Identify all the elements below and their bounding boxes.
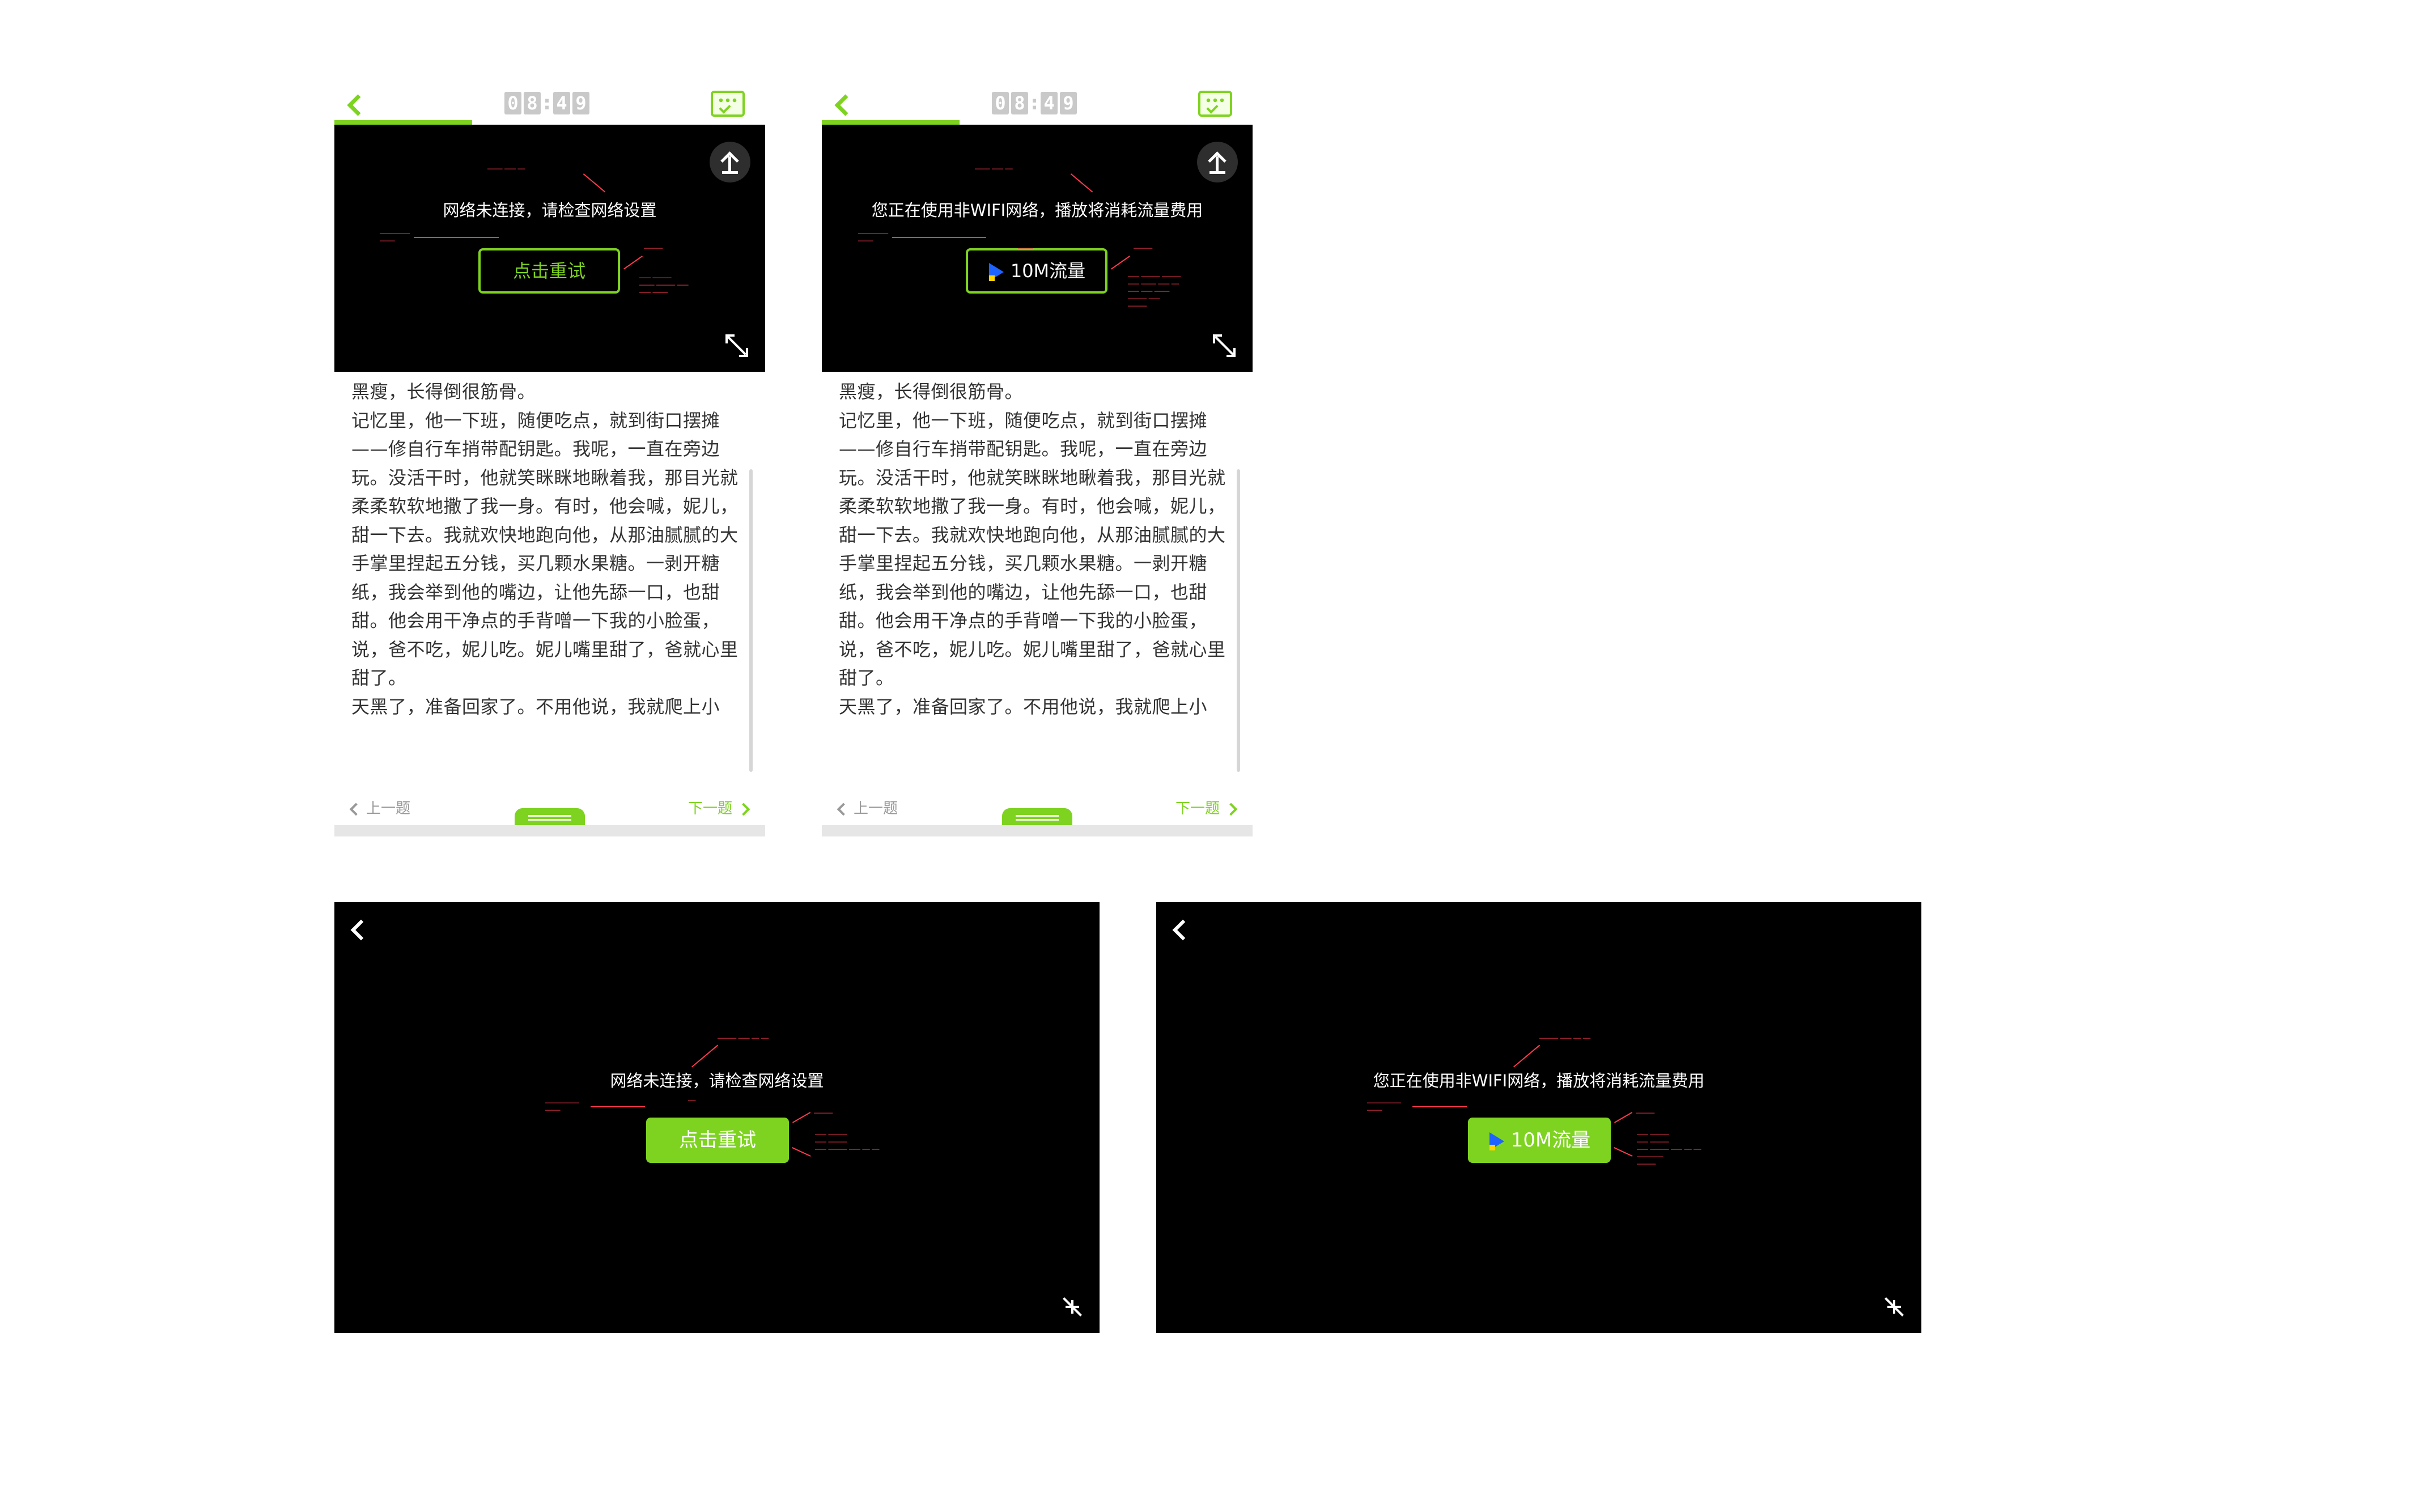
article-text: 黑瘦，长得倒很筋骨。 记忆里，他一下班，随便吃点，就到街口摆摊——修自行车捎带配… bbox=[351, 377, 742, 774]
play-icon bbox=[988, 263, 1006, 281]
chevron-left-icon bbox=[837, 802, 850, 816]
annotation: ──── bbox=[1018, 245, 1033, 252]
prev-question-button[interactable]: 上一题 bbox=[349, 797, 411, 818]
retry-button[interactable]: 点击重试 bbox=[478, 248, 620, 294]
clock-digit: 8 bbox=[1011, 92, 1028, 114]
annotation: ───── bbox=[1134, 245, 1153, 252]
clock-digit: 8 bbox=[524, 92, 541, 114]
timer-clock: 0 8 : 4 9 bbox=[504, 92, 589, 114]
exit-fullscreen-icon[interactable] bbox=[1883, 1296, 1905, 1318]
back-chevron-icon[interactable] bbox=[345, 93, 364, 116]
progress-fill bbox=[822, 120, 960, 125]
play-with-data-label: 10M流量 bbox=[1010, 260, 1086, 282]
timer-clock: 0 8 : 4 9 bbox=[992, 92, 1077, 114]
next-label: 下一题 bbox=[687, 800, 732, 817]
fullscreen-expand-icon[interactable] bbox=[1213, 334, 1236, 357]
annotation: ───────── ──── bbox=[1367, 1099, 1401, 1114]
next-label: 下一题 bbox=[1175, 800, 1220, 817]
question-nav: 上一题 下一题 bbox=[822, 788, 1253, 833]
annotation: ───────── ──── bbox=[545, 1099, 579, 1114]
fullscreen-player-cellular: 您正在使用非WIFI网络，播放将消耗流量费用 10M流量 ───── ─── ─… bbox=[1156, 902, 1921, 1333]
network-message: 网络未连接，请检查网络设置 bbox=[610, 1071, 824, 1090]
article-paragraph: 黑瘦，长得倒很筋骨。 bbox=[839, 381, 1024, 402]
annotation: ───── ─── ── ── bbox=[1539, 1035, 1590, 1042]
network-message: 您正在使用非WIFI网络，播放将消耗流量费用 bbox=[871, 201, 1203, 220]
clock-digit: 4 bbox=[553, 92, 570, 114]
progress-fill bbox=[334, 120, 473, 125]
video-player: 您正在使用非WIFI网络，播放将消耗流量费用 10M流量 ──── ─── ──… bbox=[822, 125, 1253, 372]
exit-fullscreen-icon[interactable] bbox=[1061, 1296, 1084, 1318]
annotation: ──────── ──── bbox=[858, 230, 888, 245]
answer-card-icon[interactable] bbox=[1198, 91, 1232, 117]
annotation: ──────── ──── bbox=[380, 230, 410, 245]
scrollbar[interactable] bbox=[749, 469, 753, 772]
article-paragraph: 记忆里，他一下班，随便吃点，就到街口摆摊——修自行车捎带配钥匙。我呢，一直在旁边… bbox=[839, 409, 1226, 689]
prev-question-button[interactable]: 上一题 bbox=[837, 797, 898, 818]
progress-bar bbox=[822, 120, 1253, 125]
prev-label: 上一题 bbox=[366, 800, 411, 817]
play-with-data-button[interactable]: 10M流量 bbox=[1468, 1118, 1611, 1163]
answer-card-icon[interactable] bbox=[711, 91, 745, 117]
fullscreen-player-offline: 网络未连接，请检查网络设置 点击重试 ───── ─── ── ── ─────… bbox=[334, 902, 1100, 1333]
clock-colon: : bbox=[543, 92, 551, 114]
clock-colon: : bbox=[1030, 92, 1038, 114]
annotation: ─── ───── ─── ───── ─── ───── ─── ── ── ───… bbox=[1637, 1131, 1701, 1168]
upload-icon[interactable] bbox=[1197, 142, 1238, 182]
annotation: ──── ─── ── bbox=[487, 165, 525, 173]
phone-screen-offline: 0 8 : 4 9 网络未连接，请检查网络设置 点击重试 ──── ─── ──… bbox=[334, 67, 765, 836]
network-message: 您正在使用非WIFI网络，播放将消耗流量费用 bbox=[1373, 1071, 1705, 1090]
article-paragraph: 天黑了，准备回家了。不用他说，我就爬上小 bbox=[839, 695, 1208, 717]
next-question-button[interactable]: 下一题 bbox=[687, 797, 750, 818]
back-chevron-icon[interactable] bbox=[1171, 918, 1187, 934]
progress-bar bbox=[334, 120, 765, 125]
clock-digit: 0 bbox=[504, 92, 521, 114]
back-chevron-icon[interactable] bbox=[832, 93, 851, 116]
top-bar: 0 8 : 4 9 bbox=[334, 67, 765, 125]
retry-button[interactable]: 点击重试 bbox=[646, 1118, 789, 1163]
chevron-right-icon bbox=[737, 802, 750, 816]
next-question-button[interactable]: 下一题 bbox=[1175, 797, 1238, 818]
clock-digit: 0 bbox=[992, 92, 1009, 114]
annotation: ───── ─── ── ── bbox=[718, 1035, 769, 1042]
play-with-data-button[interactable]: 10M流量 bbox=[966, 248, 1107, 294]
annotation: ───── bbox=[1636, 1110, 1655, 1117]
scrollbar[interactable] bbox=[1237, 469, 1240, 772]
top-bar: 0 8 : 4 9 bbox=[822, 67, 1253, 125]
clock-digit: 4 bbox=[1041, 92, 1058, 114]
play-icon bbox=[1488, 1132, 1506, 1150]
fullscreen-expand-icon[interactable] bbox=[725, 334, 748, 357]
annotation: ──── ─── ── bbox=[975, 165, 1013, 173]
annotation: ─── ───── ───── ─── ──── ─── ── ─── ─── ──… bbox=[1128, 273, 1181, 310]
question-nav: 上一题 下一题 bbox=[334, 788, 765, 833]
video-player: 网络未连接，请检查网络设置 点击重试 ──── ─── ── ──────── ─… bbox=[334, 125, 765, 372]
back-chevron-icon[interactable] bbox=[349, 918, 365, 934]
upload-icon[interactable] bbox=[710, 142, 750, 182]
play-with-data-label: 10M流量 bbox=[1510, 1129, 1591, 1152]
chevron-left-icon bbox=[349, 802, 363, 816]
chevron-right-icon bbox=[1224, 802, 1238, 816]
clock-digit: 9 bbox=[1060, 92, 1077, 114]
annotation: ── bbox=[688, 1097, 696, 1105]
annotation: ───── bbox=[644, 245, 663, 252]
article-text: 黑瘦，长得倒很筋骨。 记忆里，他一下班，随便吃点，就到街口摆摊——修自行车捎带配… bbox=[839, 377, 1230, 774]
article-paragraph: 黑瘦，长得倒很筋骨。 bbox=[351, 381, 536, 402]
article-paragraph: 天黑了，准备回家了。不用他说，我就爬上小 bbox=[351, 695, 720, 717]
annotation: ─── ───── ─── ───── ─── ───── ─── ── ── bbox=[815, 1131, 880, 1153]
annotation: ─── ───── ──── ───── ─── ─── ──── bbox=[639, 274, 689, 296]
prev-label: 上一题 bbox=[854, 800, 898, 817]
phone-screen-cellular: 0 8 : 4 9 您正在使用非WIFI网络，播放将消耗流量费用 10M流量 ─… bbox=[822, 67, 1253, 836]
article-paragraph: 记忆里，他一下班，随便吃点，就到街口摆摊——修自行车捎带配钥匙。我呢，一直在旁边… bbox=[351, 409, 739, 689]
network-message: 网络未连接，请检查网络设置 bbox=[443, 201, 657, 220]
clock-digit: 9 bbox=[572, 92, 589, 114]
annotation: ───── bbox=[814, 1110, 833, 1117]
